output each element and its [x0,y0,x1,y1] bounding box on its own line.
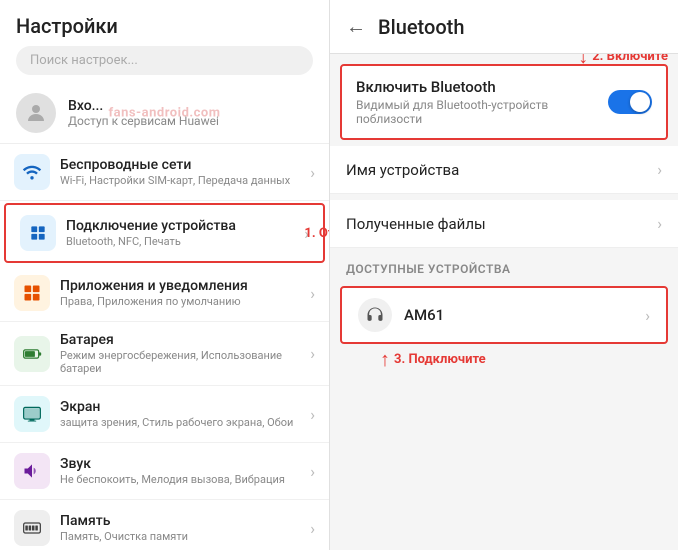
memory-text: Память Память, Очистка памяти [60,513,306,543]
sidebar-item-apps[interactable]: Приложения и уведомления Права, Приложен… [0,265,329,322]
user-info: Вхо... Доступ к сервисам Huawei [68,98,219,128]
am61-device-item[interactable]: AM61 › [340,286,668,344]
sound-title: Звук [60,456,306,472]
chevron-icon: › [304,224,309,243]
device-connect-title: Подключение устройства [66,218,300,234]
apps-icon [14,275,50,311]
right-title: Bluetooth [378,15,464,39]
device-name-label: Имя устройства [346,161,657,179]
received-files-item[interactable]: Полученные файлы › [330,200,678,248]
settings-panel: Настройки Поиск настроек... Вхо... Досту… [0,0,330,550]
annotation-enable: 2. Включите [592,54,668,64]
screen-text: Экран защита зрения, Стиль рабочего экра… [60,399,306,429]
left-header: Настройки Поиск настроек... [0,0,329,83]
sidebar-item-sound[interactable]: Звук Не беспокоить, Мелодия вызова, Вибр… [0,443,329,500]
user-section[interactable]: Вхо... Доступ к сервисам Huawei fans-and… [0,83,329,144]
bt-enable-text: Включить Bluetooth Видимый для Bluetooth… [356,78,608,126]
memory-icon [14,510,50,546]
bt-enable-card[interactable]: Включить Bluetooth Видимый для Bluetooth… [340,64,668,140]
apps-text: Приложения и уведомления Права, Приложен… [60,278,306,308]
am61-device-wrapper: AM61 › ↑ 3. Подключите [330,286,678,344]
chevron-icon: › [310,344,315,363]
available-devices-header: ДОСТУПНЫЕ УСТРОЙСТВА [330,252,678,282]
headphone-icon [358,298,392,332]
wireless-text: Беспроводные сети Wi-Fi, Настройки SIM-к… [60,157,306,187]
device-connect-text: Подключение устройства Bluetooth, NFC, П… [66,218,300,248]
chevron-icon: › [657,160,662,179]
sound-text: Звук Не беспокоить, Мелодия вызова, Вибр… [60,456,306,486]
received-files-label: Полученные файлы [346,215,657,233]
page-title: Настройки [16,14,313,38]
chevron-icon: › [310,163,315,182]
chevron-icon: › [657,214,662,233]
right-header: ← Bluetooth [330,0,678,54]
battery-icon [14,336,50,372]
sidebar-item-screen[interactable]: Экран защита зрения, Стиль рабочего экра… [0,386,329,443]
wireless-title: Беспроводные сети [60,157,306,173]
bluetooth-panel: ← Bluetooth Включить Bluetooth Видимый д… [330,0,678,550]
bt-enable-sub: Видимый для Bluetooth-устройств поблизос… [356,98,608,126]
device-name-item[interactable]: Имя устройства › [330,146,678,194]
wireless-sub: Wi-Fi, Настройки SIM-карт, Передача данн… [60,174,306,187]
sound-sub: Не беспокоить, Мелодия вызова, Вибрация [60,473,306,486]
right-content: Включить Bluetooth Видимый для Bluetooth… [330,54,678,550]
device-connect-icon [20,215,56,251]
bt-enable-title: Включить Bluetooth [356,78,608,96]
battery-sub: Режим энергосбережения, Использование ба… [60,349,306,375]
avatar [16,93,56,133]
chevron-icon: › [310,284,315,303]
chevron-icon: › [310,519,315,538]
bt-enable-wrapper: Включить Bluetooth Видимый для Bluetooth… [330,64,678,140]
sidebar-item-device-connect[interactable]: Подключение устройства Bluetooth, NFC, П… [4,203,325,263]
toggle-knob [630,92,650,112]
sidebar-item-battery[interactable]: Батарея Режим энергосбережения, Использо… [0,322,329,386]
battery-title: Батарея [60,332,306,348]
back-button[interactable]: ← [346,14,366,39]
arrow-connect-icon: ↑ [380,347,390,372]
annotation-connect: 3. Подключите [394,352,486,367]
sidebar-item-wireless[interactable]: Беспроводные сети Wi-Fi, Настройки SIM-к… [0,144,329,201]
user-name: Вхо... [68,98,219,114]
sound-icon [14,453,50,489]
wireless-icon [14,154,50,190]
chevron-icon: › [310,462,315,481]
screen-sub: защита зрения, Стиль рабочего экрана, Об… [60,416,306,429]
device-connect-sub: Bluetooth, NFC, Печать [66,235,300,248]
search-box[interactable]: Поиск настроек... [16,46,313,75]
screen-title: Экран [60,399,306,415]
search-placeholder: Поиск настроек... [30,53,138,68]
bt-toggle[interactable] [608,90,652,114]
memory-title: Память [60,513,306,529]
apps-sub: Права, Приложения по умолчанию [60,295,306,308]
memory-sub: Память, Очистка памяти [60,530,306,543]
battery-text: Батарея Режим энергосбережения, Использо… [60,332,306,375]
apps-title: Приложения и уведомления [60,278,306,294]
device-chevron-icon: › [645,306,650,325]
sidebar-item-memory[interactable]: Память Память, Очистка памяти › [0,500,329,550]
user-sub: Доступ к сервисам Huawei [68,114,219,128]
chevron-icon: › [310,405,315,424]
am61-name: AM61 [404,306,645,324]
settings-list: Беспроводные сети Wi-Fi, Настройки SIM-к… [0,144,329,550]
screen-icon [14,396,50,432]
